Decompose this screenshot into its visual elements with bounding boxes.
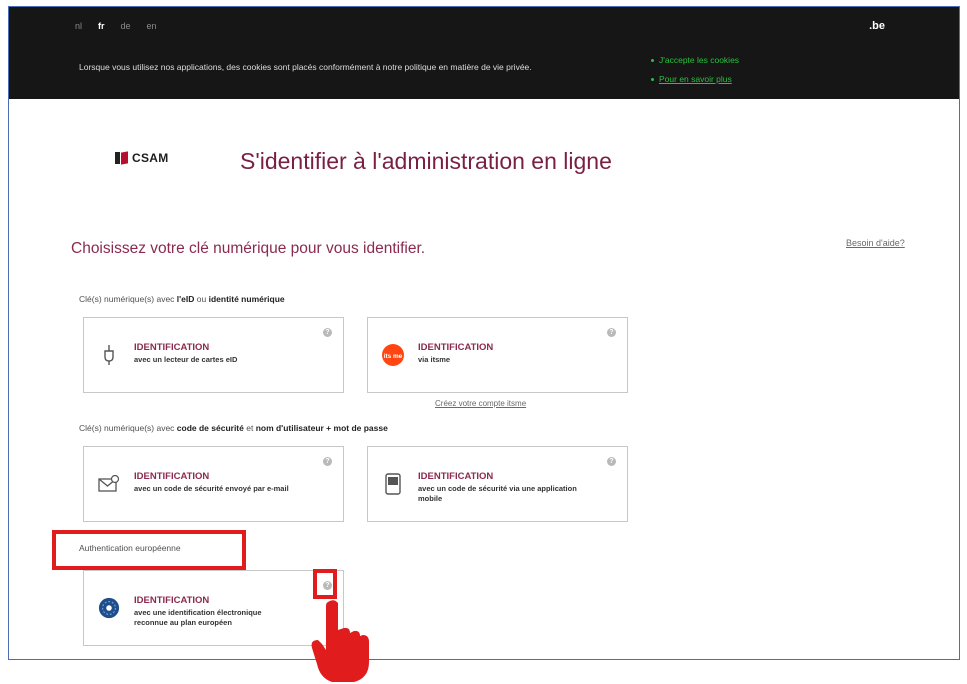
cookie-bar: nl fr de en .be Lorsque vous utilisez no… — [9, 7, 959, 99]
create-itsme-link[interactable]: Créez votre compte itsme — [435, 399, 526, 408]
section-code-label: Clé(s) numérique(s) avec code de sécurit… — [79, 423, 388, 433]
learn-more-link[interactable]: Pour en savoir plus — [651, 70, 739, 89]
lang-en[interactable]: en — [147, 21, 157, 31]
page-title: S'identifier à l'administration en ligne — [240, 148, 612, 174]
info-icon[interactable]: ? — [607, 457, 616, 466]
european-eid-icon — [98, 597, 120, 619]
info-icon[interactable]: ? — [323, 328, 332, 337]
card-email-code[interactable]: IDENTIFICATION avec un code de sécurité … — [83, 446, 344, 522]
card-itsme[interactable]: its me IDENTIFICATION via itsme ? — [367, 317, 628, 393]
info-icon[interactable]: ? — [607, 328, 616, 337]
lang-nl[interactable]: nl — [75, 21, 82, 31]
itsme-badge-text: its me — [384, 353, 403, 360]
language-switcher: nl fr de en — [75, 21, 157, 31]
card-title: IDENTIFICATION — [134, 595, 210, 606]
choose-heading: Choisissez votre clé numérique pour vous… — [71, 240, 426, 257]
section-eid-label: Clé(s) numérique(s) avec l'eID ou identi… — [79, 294, 285, 304]
card-title: IDENTIFICATION — [418, 342, 494, 353]
be-brand: .be — [869, 20, 885, 32]
mobile-app-icon — [382, 473, 404, 495]
card-mobile-app[interactable]: IDENTIFICATION avec un code de sécurité … — [367, 446, 628, 522]
card-title: IDENTIFICATION — [134, 471, 210, 482]
csam-flag-icon — [115, 151, 129, 165]
card-eid-reader[interactable]: IDENTIFICATION avec un lecteur de cartes… — [83, 317, 344, 393]
cookie-links: J'accepte les cookies Pour en savoir plu… — [651, 51, 739, 89]
accept-cookies-link[interactable]: J'accepte les cookies — [651, 51, 739, 70]
itsme-icon: its me — [382, 344, 404, 366]
highlight-info-button — [313, 569, 337, 599]
card-title: IDENTIFICATION — [134, 342, 210, 353]
email-icon — [98, 473, 120, 495]
card-european-eid[interactable]: IDENTIFICATION avec une identification é… — [83, 570, 344, 646]
lang-de[interactable]: de — [121, 21, 131, 31]
card-subtitle: avec une identification électronique rec… — [134, 608, 262, 627]
card-title: IDENTIFICATION — [418, 471, 494, 482]
card-subtitle: via itsme — [418, 355, 451, 364]
highlight-european-label — [52, 530, 246, 570]
card-subtitle: avec un code de sécurité envoyé par e-ma… — [134, 484, 289, 493]
cookie-notice: Lorsque vous utilisez nos applications, … — [79, 62, 532, 72]
pointer-hand-icon — [311, 600, 369, 682]
info-icon[interactable]: ? — [323, 457, 332, 466]
card-reader-icon — [98, 344, 120, 366]
card-subtitle: avec un code de sécurité via une applica… — [418, 484, 577, 503]
help-link[interactable]: Besoin d'aide? — [846, 238, 905, 248]
logo-text: CSAM — [132, 151, 169, 165]
csam-logo: CSAM — [115, 151, 169, 165]
card-subtitle: avec un lecteur de cartes eID — [134, 355, 238, 364]
lang-fr[interactable]: fr — [98, 21, 105, 31]
